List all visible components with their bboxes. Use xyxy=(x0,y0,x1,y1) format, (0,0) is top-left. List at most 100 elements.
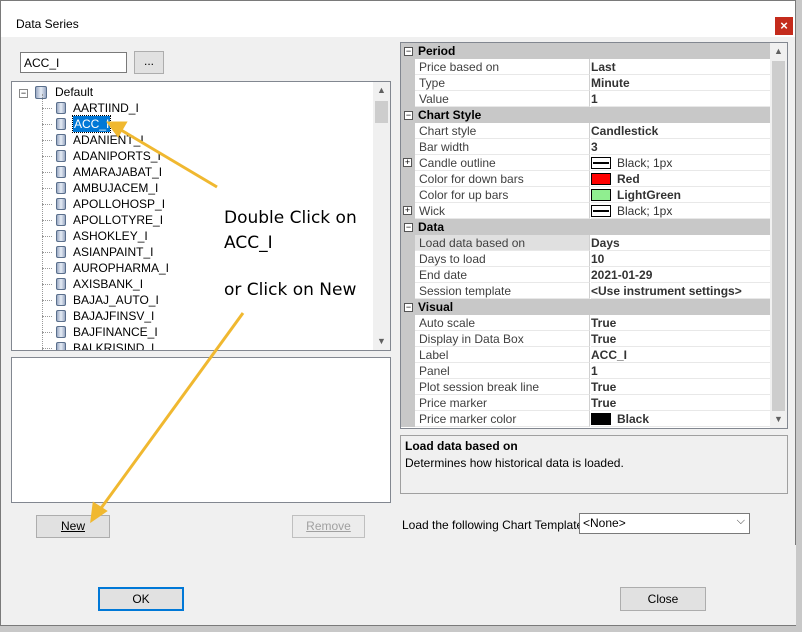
ok-button[interactable]: OK xyxy=(98,587,184,611)
property-value[interactable]: Minute xyxy=(591,75,771,91)
property-row[interactable]: Color for up bars LightGreen xyxy=(401,187,771,203)
tree-item[interactable]: BAJAJFINSV_I xyxy=(12,308,372,324)
property-grid[interactable]: − Period Price based on Last Type Minute Value… xyxy=(400,42,788,429)
new-button[interactable]: New xyxy=(36,515,110,538)
property-row[interactable]: Days to load 10 xyxy=(401,251,771,267)
property-row[interactable]: Color for down bars Red xyxy=(401,171,771,187)
category-chart-style[interactable]: − Chart Style xyxy=(401,107,771,123)
expand-icon[interactable]: + xyxy=(403,158,412,167)
property-value[interactable]: Black; 1px xyxy=(591,203,771,219)
tree-item[interactable]: ACC_I xyxy=(12,115,372,133)
property-row[interactable]: Session template <Use instrument settings… xyxy=(401,283,771,299)
close-button[interactable]: Close xyxy=(620,587,706,611)
tree-item[interactable]: ASHOKLEY_I xyxy=(12,228,372,244)
property-value[interactable]: <Use instrument settings> xyxy=(591,283,771,299)
scroll-thumb[interactable] xyxy=(375,101,388,123)
tree-item[interactable]: AARTIIND_I xyxy=(12,100,372,116)
tree-item-label: AXISBANK_I xyxy=(73,277,144,291)
tree-item-label: APOLLOHOSP_I xyxy=(73,197,166,211)
property-row[interactable]: Bar width 3 xyxy=(401,139,771,155)
property-row[interactable]: Chart style Candlestick xyxy=(401,123,771,139)
property-row[interactable]: Panel 1 xyxy=(401,363,771,379)
tree-connector xyxy=(42,140,52,141)
property-row[interactable]: + Candle outline Black; 1px xyxy=(401,155,771,171)
collapse-icon[interactable]: − xyxy=(404,47,413,56)
collapse-icon[interactable]: − xyxy=(19,89,28,98)
row-gutter xyxy=(401,187,415,203)
property-value[interactable]: LightGreen xyxy=(591,187,771,203)
property-value[interactable]: True xyxy=(591,395,771,411)
tree-root[interactable]: − Default xyxy=(12,84,372,100)
scroll-up-icon[interactable]: ▲ xyxy=(373,82,390,99)
property-value-text: Black xyxy=(617,412,650,426)
tree-item[interactable]: AMARAJABAT_I xyxy=(12,164,372,180)
grid-scroll-thumb[interactable] xyxy=(772,61,785,411)
property-row[interactable]: + Wick Black; 1px xyxy=(401,203,771,219)
close-window-button[interactable]: × xyxy=(775,17,793,35)
remove-button[interactable]: Remove xyxy=(292,515,365,538)
collapse-icon[interactable]: − xyxy=(404,111,413,120)
tree-item[interactable]: ADANIENT_I xyxy=(12,132,372,148)
property-row[interactable]: Price marker True xyxy=(401,395,771,411)
property-value[interactable]: True xyxy=(591,379,771,395)
property-value-text: Days xyxy=(591,236,620,250)
property-value-text: LightGreen xyxy=(617,188,682,202)
grid-scroll-up-icon[interactable]: ▲ xyxy=(770,43,787,60)
property-row[interactable]: Type Minute xyxy=(401,75,771,91)
annotation-line-3: or Click on New xyxy=(224,280,357,300)
tree-item[interactable]: BALKRISIND_I xyxy=(12,340,372,350)
instrument-icon xyxy=(56,230,66,242)
tree-item-label: AUROPHARMA_I xyxy=(73,261,170,275)
chart-template-label: Load the following Chart Template: xyxy=(402,518,587,532)
scroll-down-icon[interactable]: ▼ xyxy=(373,333,390,350)
chart-template-select[interactable]: <None> ⌵ xyxy=(579,513,750,534)
tree-item[interactable]: AMBUJACEM_I xyxy=(12,180,372,196)
property-grid-scrollbar[interactable]: ▲ ▼ xyxy=(770,43,787,428)
property-value[interactable]: True xyxy=(591,315,771,331)
tree-item[interactable]: ASIANPAINT_I xyxy=(12,244,372,260)
category-visual[interactable]: − Visual xyxy=(401,299,771,315)
collapse-icon[interactable]: − xyxy=(404,223,413,232)
expand-icon[interactable]: + xyxy=(403,206,412,215)
property-value[interactable]: 2021-01-29 xyxy=(591,267,771,283)
property-value[interactable]: True xyxy=(591,331,771,347)
browse-button[interactable]: ... xyxy=(134,51,164,74)
property-value[interactable]: Days xyxy=(591,235,771,251)
row-gutter xyxy=(401,59,415,75)
property-value[interactable]: Candlestick xyxy=(591,123,771,139)
tree-item[interactable]: BAJFINANCE_I xyxy=(12,324,372,340)
property-value[interactable]: ACC_I xyxy=(591,347,771,363)
property-name: Price based on xyxy=(415,59,590,75)
tree-item[interactable]: AUROPHARMA_I xyxy=(12,260,372,276)
property-row[interactable]: Plot session break line True xyxy=(401,379,771,395)
property-value[interactable]: Last xyxy=(591,59,771,75)
description-title: Load data based on xyxy=(405,439,518,453)
tree-item-label: AMBUJACEM_I xyxy=(73,181,159,195)
property-row[interactable]: Display in Data Box True xyxy=(401,331,771,347)
property-value-text: Candlestick xyxy=(591,124,659,138)
property-row[interactable]: Value 1 xyxy=(401,91,771,107)
property-value[interactable]: 3 xyxy=(591,139,771,155)
property-value[interactable]: 10 xyxy=(591,251,771,267)
tree-scrollbar[interactable]: ▲ ▼ xyxy=(373,82,390,350)
property-row[interactable]: Price marker color Black xyxy=(401,411,771,427)
grid-scroll-down-icon[interactable]: ▼ xyxy=(770,411,787,428)
category-period[interactable]: − Period xyxy=(401,43,771,59)
category-data[interactable]: − Data xyxy=(401,219,771,235)
property-value[interactable]: Red xyxy=(591,171,771,187)
tree-connector xyxy=(42,268,52,269)
property-row[interactable]: Load data based on Days xyxy=(401,235,771,251)
tree-item[interactable]: ADANIPORTS_I xyxy=(12,148,372,164)
property-name: Price marker xyxy=(415,395,590,411)
property-name: Price marker color xyxy=(415,411,590,427)
property-row[interactable]: Auto scale True xyxy=(401,315,771,331)
property-row[interactable]: Price based on Last xyxy=(401,59,771,75)
property-value[interactable]: Black xyxy=(591,411,771,427)
instrument-search-input[interactable] xyxy=(20,52,127,73)
collapse-icon[interactable]: − xyxy=(404,303,413,312)
property-value[interactable]: 1 xyxy=(591,91,771,107)
property-value[interactable]: Black; 1px xyxy=(591,155,771,171)
property-row[interactable]: Label ACC_I xyxy=(401,347,771,363)
property-row[interactable]: End date 2021-01-29 xyxy=(401,267,771,283)
property-value[interactable]: 1 xyxy=(591,363,771,379)
